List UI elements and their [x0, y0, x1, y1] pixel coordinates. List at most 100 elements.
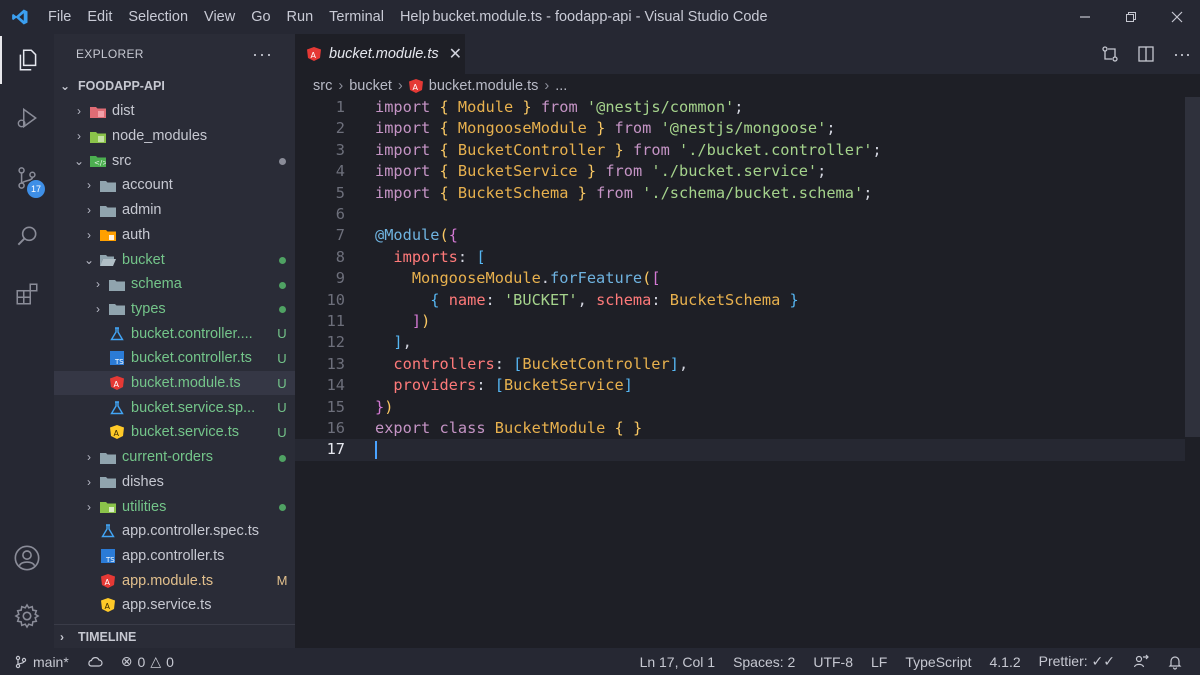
timeline-title: TIMELINE [78, 629, 137, 644]
test-flask-icon [100, 524, 116, 538]
menu-edit[interactable]: Edit [79, 9, 120, 25]
branch-status[interactable]: main* [0, 654, 78, 670]
sync-button[interactable] [78, 655, 112, 669]
code-line[interactable]: 11 ]) [295, 311, 1185, 332]
more-actions-icon[interactable]: ··· [1164, 44, 1200, 65]
close-tab-icon[interactable]: ✕ [449, 44, 462, 64]
line-number: 1 [335, 98, 345, 116]
code-text: { name: 'BUCKET', schema: BucketSchema } [430, 290, 799, 309]
angular-file-icon: A [307, 47, 321, 61]
live-share-icon[interactable] [1124, 654, 1158, 670]
tree-item-label: node_modules [112, 128, 208, 145]
code-line[interactable]: 16 export class BucketModule { } [295, 418, 1185, 439]
tab-bucket-module[interactable]: A bucket.module.ts ✕ [295, 34, 465, 74]
tree-item-app-service[interactable]: A app.service.ts [54, 593, 295, 618]
tree-item-auth[interactable]: › auth [54, 223, 295, 248]
source-control-icon[interactable]: 17 [0, 154, 54, 202]
breadcrumb-src[interactable]: src [313, 78, 332, 94]
tree-item-node-modules[interactable]: › node_modules [54, 124, 295, 149]
prettier-status[interactable]: Prettier: ✓✓ [1030, 653, 1124, 670]
minimize-button[interactable] [1062, 0, 1108, 34]
problems-status[interactable]: ⊗ 0 △ 0 [112, 653, 183, 670]
code-text: MongooseModule.forFeature([ [411, 269, 661, 288]
code-line[interactable]: 9 MongooseModule.forFeature([ [295, 268, 1185, 289]
tree-item-app-module[interactable]: A app.module.ts M [54, 568, 295, 593]
code-line[interactable]: 13 controllers: [BucketController], [295, 354, 1185, 375]
tree-item-app-controller[interactable]: TS app.controller.ts [54, 544, 295, 569]
language-mode[interactable]: TypeScript [896, 654, 980, 670]
indentation[interactable]: Spaces: 2 [724, 654, 804, 670]
notifications-bell-icon[interactable] [1158, 654, 1192, 670]
code-line[interactable]: 10 { name: 'BUCKET', schema: BucketSchem… [295, 290, 1185, 311]
code-text: imports: [ [393, 247, 486, 266]
end-of-line[interactable]: LF [862, 654, 896, 670]
breadcrumb-bucket[interactable]: bucket [349, 78, 392, 94]
tree-item-bucket-controller-spec[interactable]: bucket.controller.... U [54, 321, 295, 346]
menu-run[interactable]: Run [279, 9, 322, 25]
typescript-version[interactable]: 4.1.2 [980, 654, 1029, 670]
breadcrumb-file[interactable]: bucket.module.ts [429, 78, 539, 94]
tree-item-bucket-controller[interactable]: TS bucket.controller.ts U [54, 346, 295, 371]
tree-item-current-orders[interactable]: › current-orders [54, 445, 295, 470]
code-line[interactable]: 3 import { BucketController } from './buc… [295, 140, 1185, 161]
cloud-sync-icon [88, 656, 103, 667]
tree-item-schema[interactable]: › schema [54, 272, 295, 297]
status-right: Ln 17, Col 1 Spaces: 2 UTF-8 LF TypeScri… [631, 648, 1192, 675]
vertical-scrollbar[interactable] [1185, 97, 1200, 437]
menu-help[interactable]: Help [392, 9, 438, 25]
tree-item-bucket-service[interactable]: A bucket.service.ts U [54, 420, 295, 445]
search-icon[interactable] [0, 212, 54, 260]
code-line[interactable]: 15}) [295, 397, 1185, 418]
chevron-right-icon: › [397, 78, 403, 94]
menu-go[interactable]: Go [243, 9, 278, 25]
breadcrumb-symbol[interactable]: ... [555, 78, 567, 94]
code-line[interactable]: 2 import { MongooseModule } from '@nestjs… [295, 118, 1185, 139]
tree-item-admin[interactable]: › admin [54, 198, 295, 223]
close-window-button[interactable] [1154, 0, 1200, 34]
tree-item-dist[interactable]: › dist [54, 99, 295, 124]
code-line[interactable]: 7 @Module({ [295, 225, 1185, 246]
menu-view[interactable]: View [196, 9, 243, 25]
tree-item-src[interactable]: ⌄ </> src [54, 148, 295, 173]
code-line[interactable]: 4 import { BucketService } from './bucket… [295, 161, 1185, 182]
settings-gear-icon[interactable] [0, 592, 54, 640]
tree-item-account[interactable]: › account [54, 173, 295, 198]
menu-file[interactable]: File [40, 9, 79, 25]
line-number: 3 [335, 140, 345, 159]
tree-item-bucket-service-spec[interactable]: bucket.service.sp... U [54, 395, 295, 420]
code-editor[interactable]: 1 import { Module } from '@nestjs/common'… [295, 97, 1185, 647]
more-actions-icon[interactable]: ··· [252, 44, 273, 65]
encoding[interactable]: UTF-8 [804, 654, 862, 670]
project-root[interactable]: ⌄ FOODAPP-API [54, 74, 295, 98]
tree-item-bucket-module[interactable]: A bucket.module.ts U [54, 370, 295, 396]
menu-terminal[interactable]: Terminal [321, 9, 392, 25]
open-changes-icon[interactable] [1092, 45, 1128, 63]
folder-icon [100, 475, 116, 489]
accounts-icon[interactable] [0, 534, 54, 582]
tree-item-types[interactable]: › types [54, 297, 295, 322]
tree-item-app-controller-spec[interactable]: app.controller.spec.ts [54, 519, 295, 544]
code-line[interactable]: 1 import { Module } from '@nestjs/common'… [295, 97, 1185, 118]
tree-item-utilities[interactable]: › utilities [54, 494, 295, 519]
tree-item-bucket[interactable]: ⌄ bucket [54, 247, 295, 272]
code-line[interactable]: 12 ], [295, 332, 1185, 353]
code-text: @Module({ [375, 226, 458, 245]
code-line[interactable]: 5 import { BucketSchema } from './schema/… [295, 183, 1185, 204]
menu-selection[interactable]: Selection [120, 9, 196, 25]
code-line[interactable]: 17 [295, 439, 1185, 460]
restore-button[interactable] [1108, 0, 1154, 34]
editor-tabs: A bucket.module.ts ✕ ··· [295, 34, 1200, 74]
code-line[interactable]: 8 imports: [ [295, 247, 1185, 268]
cursor-position[interactable]: Ln 17, Col 1 [631, 654, 725, 670]
code-line[interactable]: 14 providers: [BucketService] [295, 375, 1185, 396]
run-debug-icon[interactable] [0, 94, 54, 142]
tree-item-dishes[interactable]: › dishes [54, 470, 295, 495]
explorer-icon[interactable] [0, 36, 54, 84]
code-line[interactable]: 6 [295, 204, 1185, 225]
explorer-sidebar: EXPLORER ··· ⌄ FOODAPP-API › dist › node… [54, 34, 295, 648]
line-number: 14 [326, 376, 345, 395]
folder-node-icon [90, 129, 106, 143]
split-editor-icon[interactable] [1128, 45, 1164, 63]
timeline-section[interactable]: › TIMELINE [54, 624, 295, 648]
extensions-icon[interactable] [0, 270, 54, 318]
